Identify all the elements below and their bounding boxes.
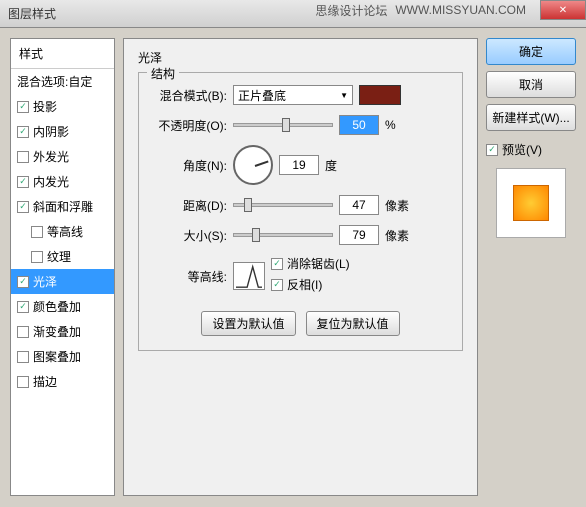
style-checkbox-4[interactable]: ✓: [17, 176, 29, 188]
structure-fieldset: 结构 混合模式(B): 正片叠底 不透明度(O): 50 % 角度(N): 19…: [138, 72, 463, 351]
style-item-6[interactable]: 等高线: [11, 219, 114, 244]
style-label-3: 外发光: [33, 148, 69, 165]
style-checkbox-10[interactable]: [17, 326, 29, 338]
distance-input[interactable]: 47: [339, 195, 379, 215]
distance-label: 距离(D):: [149, 197, 227, 214]
style-item-2[interactable]: ✓ 内阴影: [11, 119, 114, 144]
degree-unit: 度: [325, 157, 349, 174]
style-item-4[interactable]: ✓ 内发光: [11, 169, 114, 194]
opacity-input[interactable]: 50: [339, 115, 379, 135]
style-checkbox-12[interactable]: [17, 376, 29, 388]
preview-box: [496, 168, 566, 238]
style-checkbox-1[interactable]: ✓: [17, 101, 29, 113]
style-checkbox-2[interactable]: ✓: [17, 126, 29, 138]
angle-label: 角度(N):: [149, 157, 227, 174]
preview-label: 预览(V): [502, 141, 542, 158]
fieldset-legend: 结构: [147, 65, 179, 82]
watermark: 思缘设计论坛 WWW.MISSYUAN.COM: [315, 0, 526, 20]
size-label: 大小(S):: [149, 227, 227, 244]
pixel-unit: 像素: [385, 197, 409, 214]
cancel-button[interactable]: 取消: [486, 71, 576, 98]
styles-header: 样式: [11, 39, 114, 69]
antialias-checkbox[interactable]: ✓: [271, 258, 283, 270]
style-label-9: 颜色叠加: [33, 298, 81, 315]
set-default-button[interactable]: 设置为默认值: [201, 311, 295, 336]
style-item-5[interactable]: ✓ 斜面和浮雕: [11, 194, 114, 219]
style-label-6: 等高线: [47, 223, 83, 240]
style-label-8: 光泽: [33, 273, 57, 290]
invert-label: 反相(I): [287, 276, 322, 293]
ok-button[interactable]: 确定: [486, 38, 576, 65]
angle-dial[interactable]: [233, 145, 273, 185]
opacity-slider[interactable]: [233, 123, 333, 127]
blend-mode-dropdown[interactable]: 正片叠底: [233, 85, 353, 105]
style-checkbox-11[interactable]: [17, 351, 29, 363]
percent-unit: %: [385, 118, 409, 132]
distance-slider[interactable]: [233, 203, 333, 207]
style-item-8[interactable]: ✓ 光泽: [11, 269, 114, 294]
style-label-11: 图案叠加: [33, 348, 81, 365]
style-item-0[interactable]: 混合选项:自定: [11, 69, 114, 94]
style-checkbox-9[interactable]: ✓: [17, 301, 29, 313]
styles-list: 样式 混合选项:自定 ✓ 投影 ✓ 内阴影外发光 ✓ 内发光 ✓ 斜面和浮雕等高线纹理 ✓ 光泽 ✓ 颜…: [10, 38, 115, 496]
window-title: 图层样式: [8, 5, 56, 22]
angle-input[interactable]: 19: [279, 155, 319, 175]
new-style-button[interactable]: 新建样式(W)...: [486, 104, 576, 131]
style-checkbox-8[interactable]: ✓: [17, 276, 29, 288]
style-label-2: 内阴影: [33, 123, 69, 140]
style-checkbox-7[interactable]: [31, 251, 43, 263]
window-controls: ✕: [540, 0, 586, 20]
color-swatch[interactable]: [359, 85, 401, 105]
contour-label: 等高线:: [149, 268, 227, 285]
titlebar: 图层样式 思缘设计论坛 WWW.MISSYUAN.COM ✕: [0, 0, 586, 28]
style-label-1: 投影: [33, 98, 57, 115]
style-item-9[interactable]: ✓ 颜色叠加: [11, 294, 114, 319]
invert-checkbox[interactable]: ✓: [271, 279, 283, 291]
main-content: 样式 混合选项:自定 ✓ 投影 ✓ 内阴影外发光 ✓ 内发光 ✓ 斜面和浮雕等高线纹理 ✓ 光泽 ✓ 颜…: [0, 28, 586, 506]
style-label-10: 渐变叠加: [33, 323, 81, 340]
style-item-7[interactable]: 纹理: [11, 244, 114, 269]
style-label-7: 纹理: [47, 248, 71, 265]
style-checkbox-3[interactable]: [17, 151, 29, 163]
size-slider[interactable]: [233, 233, 333, 237]
reset-default-button[interactable]: 复位为默认值: [306, 311, 400, 336]
style-item-1[interactable]: ✓ 投影: [11, 94, 114, 119]
size-input[interactable]: 79: [339, 225, 379, 245]
pixel-unit2: 像素: [385, 227, 409, 244]
style-item-10[interactable]: 渐变叠加: [11, 319, 114, 344]
preview-swatch: [513, 185, 549, 221]
antialias-label: 消除锯齿(L): [287, 255, 350, 272]
style-item-12[interactable]: 描边: [11, 369, 114, 394]
preview-checkbox[interactable]: ✓: [486, 144, 498, 156]
style-label-12: 描边: [33, 373, 57, 390]
style-label-4: 内发光: [33, 173, 69, 190]
style-checkbox-6[interactable]: [31, 226, 43, 238]
style-label-5: 斜面和浮雕: [33, 198, 93, 215]
contour-picker[interactable]: [233, 262, 265, 290]
section-title: 光泽: [138, 49, 463, 66]
blend-label: 混合模式(B):: [149, 87, 227, 104]
close-button[interactable]: ✕: [540, 0, 586, 20]
options-panel: 光泽 结构 混合模式(B): 正片叠底 不透明度(O): 50 % 角度(N):…: [123, 38, 478, 496]
style-checkbox-5[interactable]: ✓: [17, 201, 29, 213]
style-item-11[interactable]: 图案叠加: [11, 344, 114, 369]
right-panel: 确定 取消 新建样式(W)... ✓ 预览(V): [486, 38, 576, 496]
style-label-0: 混合选项:自定: [17, 73, 92, 90]
style-item-3[interactable]: 外发光: [11, 144, 114, 169]
opacity-label: 不透明度(O):: [149, 117, 227, 134]
